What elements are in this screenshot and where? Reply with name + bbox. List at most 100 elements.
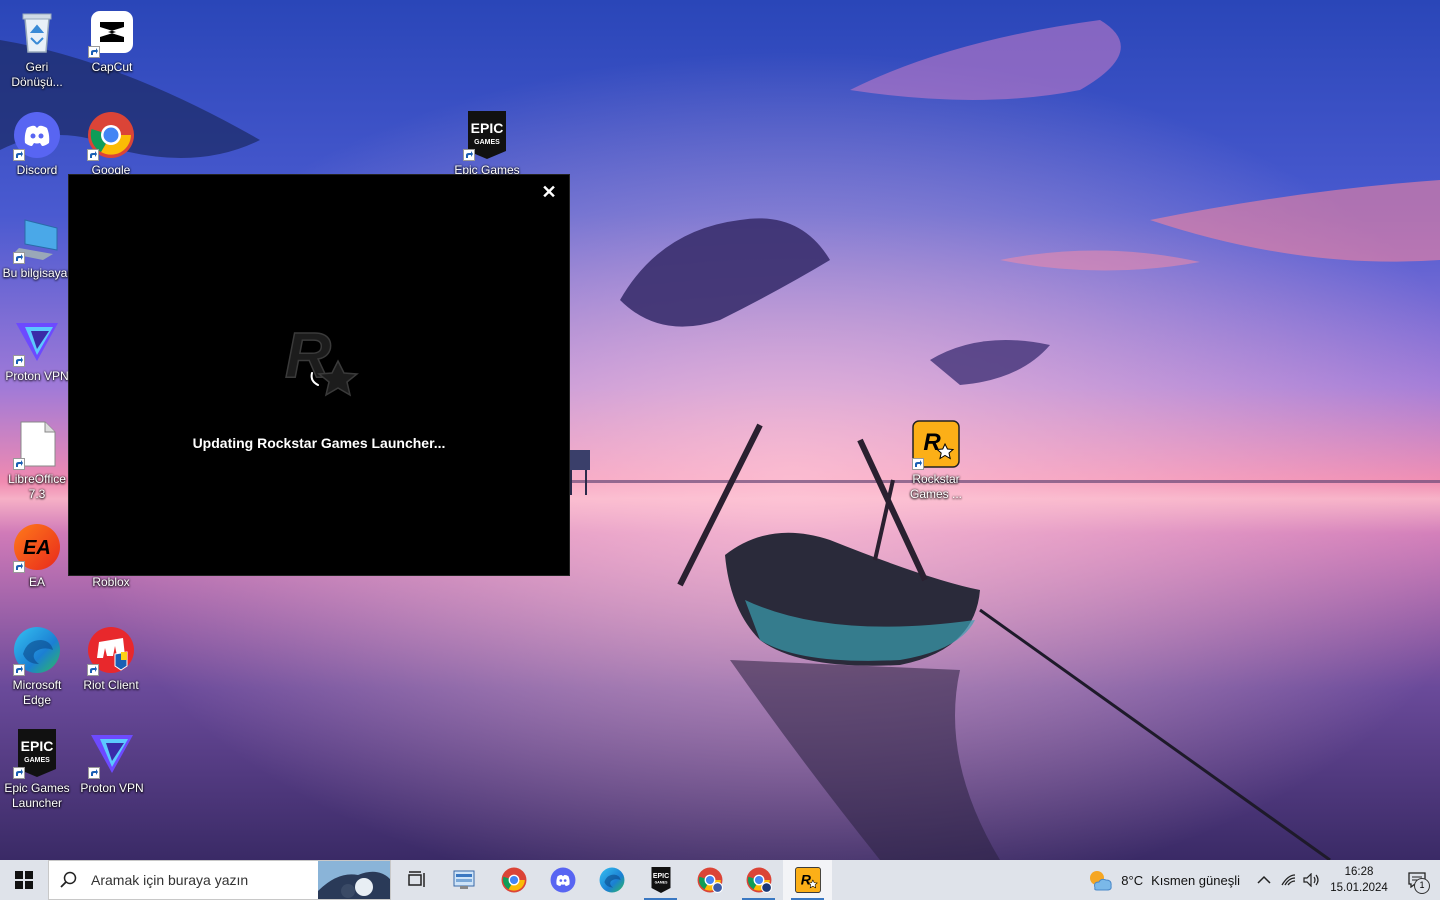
shortcut-arrow-icon (13, 561, 25, 573)
recycle-bin-icon (13, 8, 61, 56)
discord-icon (550, 867, 575, 893)
search-highlight-image (318, 861, 390, 899)
start-button[interactable] (0, 860, 48, 900)
svg-text:R: R (800, 871, 811, 887)
taskbar-app-edge[interactable] (587, 860, 636, 900)
desktop-icon-label: Microsoft Edge (12, 678, 62, 707)
taskbar-app-control-panel[interactable] (440, 860, 489, 900)
rockstar-logo-icon: R (274, 315, 369, 410)
rockstar-launcher-window[interactable]: ✕ R Updating Rockstar Games Launcher... (69, 175, 569, 575)
svg-text:R: R (923, 429, 941, 456)
task-view-button[interactable] (391, 860, 440, 900)
desktop-icon-label: Bu bilgisayar (2, 266, 72, 280)
shortcut-arrow-icon (88, 767, 100, 779)
weather-widget[interactable]: 8°C Kısmen güneşli (1075, 868, 1252, 892)
taskbar-app-chrome[interactable] (489, 860, 538, 900)
taskbar-app-chrome-profile[interactable] (685, 860, 734, 900)
taskbar-app-epic-games[interactable]: EPIC GAMES (636, 860, 685, 900)
edge-icon (599, 867, 624, 893)
proton-vpn-icon (88, 729, 136, 779)
desktop-icon-edge[interactable]: Microsoft Edge (0, 618, 75, 714)
svg-text:R: R (285, 319, 331, 391)
svg-text:GAMES: GAMES (24, 757, 50, 764)
desktop-icon-label: Riot Client (83, 678, 139, 692)
taskbar-app-chrome-profile-2[interactable] (734, 860, 783, 900)
svg-text:EPIC: EPIC (471, 120, 504, 136)
clock[interactable]: 16:28 15.01.2024 (1324, 864, 1394, 896)
notification-count-badge: 1 (1414, 878, 1430, 894)
edge-icon (13, 626, 61, 676)
desktop-icon-proton-vpn-2[interactable]: Proton VPN (74, 721, 150, 817)
svg-text:GAMES: GAMES (474, 139, 500, 146)
desktop-icon-label: CapCut (91, 60, 133, 74)
shortcut-arrow-icon (13, 664, 25, 676)
rockstar-games-icon: R (912, 420, 960, 470)
desktop-icon-epic-games-launcher[interactable]: EPIC GAMES Epic Games Launcher (0, 721, 75, 817)
speaker-icon (1303, 873, 1319, 887)
weather-temperature: 8°C (1121, 872, 1144, 888)
desktop-icon-this-pc[interactable]: Bu bilgisayar (0, 206, 75, 302)
shortcut-arrow-icon (463, 149, 475, 161)
proton-vpn-icon (13, 317, 61, 367)
search-icon (49, 871, 89, 889)
desktop-icon-riot-client[interactable]: Riot Client (73, 618, 149, 714)
search-input[interactable] (89, 871, 323, 889)
chrome-icon (697, 867, 723, 893)
windows-icon (15, 871, 33, 889)
shortcut-arrow-icon (87, 664, 99, 676)
ea-icon: EA (13, 523, 61, 573)
system-tray: 8°C Kısmen güneşli 16:28 15.01.2024 1 (1075, 860, 1440, 900)
wifi-icon (1281, 874, 1296, 886)
shortcut-arrow-icon (13, 355, 25, 367)
clock-date: 15.01.2024 (1330, 882, 1388, 894)
chevron-up-icon (1257, 875, 1271, 884)
clock-time: 16:28 (1344, 866, 1374, 878)
chrome-icon (87, 111, 135, 161)
notification-center-button[interactable]: 1 (1394, 860, 1440, 900)
rockstar-games-icon: R (794, 867, 821, 893)
control-panel-icon (453, 870, 474, 889)
volume-button[interactable] (1300, 860, 1324, 900)
taskbar: EPICGAMES R 8°C Kısmen güneşli 16:28 15.… (0, 860, 1440, 900)
desktop-icon-label: Rockstar Games ... (909, 472, 962, 501)
partly-sunny-icon (1090, 871, 1112, 891)
epic-games-icon: EPICGAMES (651, 867, 670, 893)
riot-client-icon (87, 626, 135, 676)
desktop-icon-label: Roblox (92, 575, 130, 589)
desktop-icon-label: LibreOffice 7.3 (8, 472, 66, 501)
shortcut-arrow-icon (13, 767, 25, 779)
taskbar-app-discord[interactable] (538, 860, 587, 900)
desktop-icon-label: Discord (16, 163, 58, 177)
desktop-icon-discord[interactable]: Discord (0, 103, 75, 199)
desktop-icon-libreoffice[interactable]: LibreOffice 7.3 (0, 412, 75, 508)
desktop-icon-label: Proton VPN (80, 781, 144, 795)
svg-text:EPIC: EPIC (21, 738, 54, 754)
desktop-icon-ea[interactable]: EA EA (0, 515, 75, 611)
shortcut-arrow-icon (13, 458, 25, 470)
weather-description: Kısmen güneşli (1151, 872, 1240, 888)
desktop-icon-label: Epic Games Launcher (4, 781, 70, 810)
update-status-text: Updating Rockstar Games Launcher... (192, 435, 446, 451)
taskbar-search[interactable] (48, 860, 391, 900)
shortcut-arrow-icon (88, 46, 100, 58)
desktop-icon-proton-vpn[interactable]: Proton VPN (0, 309, 75, 405)
shortcut-arrow-icon (13, 252, 25, 264)
desktop-icon-capcut[interactable]: CapCut (74, 0, 150, 96)
close-button[interactable]: ✕ (535, 179, 563, 205)
desktop-icon-label: Geri Dönüşü... (11, 60, 63, 89)
desktop-icon-rockstar-games[interactable]: R Rockstar Games ... (898, 412, 974, 508)
show-hidden-icons-button[interactable] (1252, 860, 1276, 900)
task-view-icon (407, 871, 425, 887)
desktop-icon-label: Proton VPN (5, 369, 69, 383)
desktop-icon-label: EA (28, 575, 45, 589)
shortcut-arrow-icon (13, 149, 25, 161)
network-button[interactable] (1276, 860, 1300, 900)
svg-text:EA: EA (23, 537, 51, 559)
desktop-icon-recycle-bin[interactable]: Geri Dönüşü... (0, 0, 75, 96)
epic-games-icon: EPIC GAMES (463, 111, 511, 161)
chrome-icon (501, 867, 526, 893)
shortcut-arrow-icon (912, 458, 924, 470)
epic-games-icon: EPIC GAMES (13, 729, 61, 779)
taskbar-app-rockstar-launcher[interactable]: R (783, 860, 832, 900)
libreoffice-icon (13, 420, 61, 470)
